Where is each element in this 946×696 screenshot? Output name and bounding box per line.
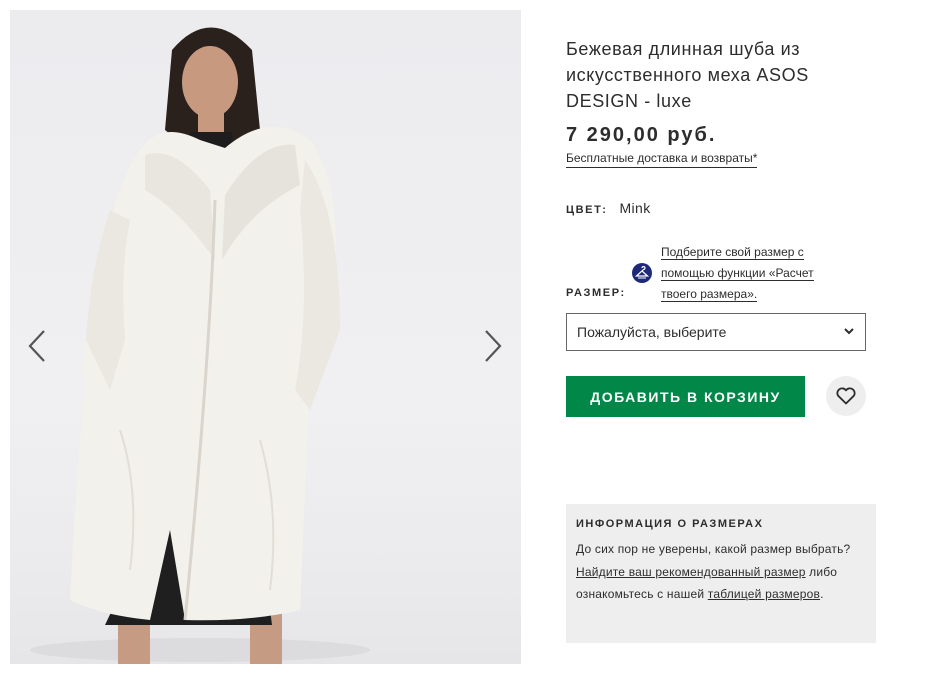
size-select[interactable]: Пожалуйста, выберите: [566, 313, 866, 351]
fit-assistant-link-wrapper: Подберите свой размер с помощью функции …: [661, 242, 831, 305]
size-info-panel: ИНФОРМАЦИЯ О РАЗМЕРАХ До сих пор не увер…: [566, 504, 876, 643]
color-value: Mink: [619, 200, 651, 216]
heart-icon: [836, 387, 856, 405]
add-to-bag-button[interactable]: ДОБАВИТЬ В КОРЗИНУ: [566, 376, 805, 417]
product-info: Бежевая длинная шуба из искусственного м…: [566, 36, 876, 168]
size-info-text-part: До сих пор не уверены, какой размер выбр…: [576, 542, 851, 556]
size-select-value: Пожалуйста, выберите: [577, 324, 727, 340]
gallery-prev-button[interactable]: [22, 326, 52, 366]
product-photo: [30, 27, 370, 664]
fit-assistant-link[interactable]: Подберите свой размер с помощью функции …: [661, 245, 814, 302]
size-info-heading: ИНФОРМАЦИЯ О РАЗМЕРАХ: [576, 518, 764, 530]
color-row: ЦВЕТ: Mink: [566, 200, 651, 216]
chevron-left-icon: [28, 330, 45, 362]
size-label: РАЗМЕР:: [566, 287, 626, 299]
size-guide-link[interactable]: таблицей размеров: [708, 587, 820, 601]
chevron-down-icon: [844, 328, 854, 335]
product-title: Бежевая длинная шуба из искусственного м…: [566, 39, 809, 111]
color-label: ЦВЕТ:: [566, 204, 608, 216]
size-info-text: До сих пор не уверены, какой размер выбр…: [576, 538, 866, 606]
size-info-text-part: .: [820, 587, 824, 601]
chevron-right-icon: [485, 330, 502, 362]
product-image-gallery[interactable]: [10, 10, 521, 664]
save-for-later-button[interactable]: [826, 376, 866, 416]
free-delivery-link[interactable]: Бесплатные доставка и возвраты*: [566, 151, 758, 168]
product-price: 7 290,00 руб.: [566, 124, 717, 146]
recommended-size-link[interactable]: Найдите ваш рекомендованный размер: [576, 565, 806, 579]
hanger-icon: [632, 263, 652, 283]
gallery-next-button[interactable]: [478, 326, 508, 366]
